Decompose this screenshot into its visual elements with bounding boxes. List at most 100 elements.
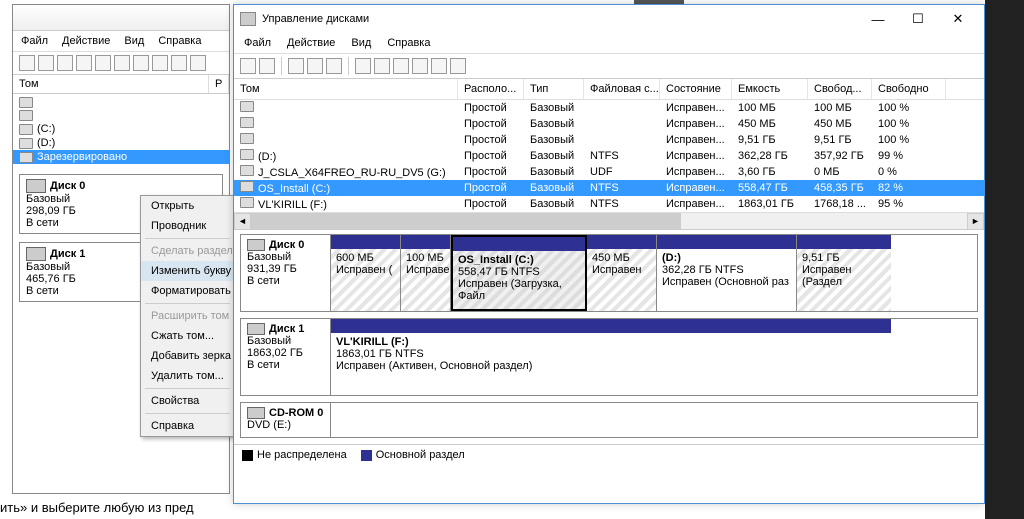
properties-icon[interactable] [393,58,409,74]
scroll-left-icon[interactable]: ◄ [234,213,251,230]
grid-body[interactable]: ПростойБазовыйИсправен...100 МБ100 МБ100… [234,100,984,212]
drive-icon [240,101,254,112]
bg-col-volume[interactable]: Том [13,75,209,93]
minimize-button[interactable]: — [858,5,898,33]
disk-map: Диск 0Базовый931,39 ГБВ сети600 МБИсправ… [234,230,984,444]
search-icon[interactable] [431,58,447,74]
grid-row[interactable]: ПростойБазовыйИсправен...100 МБ100 МБ100… [234,100,984,116]
fwd-icon[interactable] [259,58,275,74]
ctx-item: Расширить том [141,306,234,326]
back-icon[interactable] [240,58,256,74]
drive-icon [19,138,33,149]
col-layout[interactable]: Располо... [458,79,524,99]
col-cap[interactable]: Емкость [732,79,808,99]
partition[interactable]: 100 МБИсправен [401,235,451,311]
bg-menu-help[interactable]: Справка [158,35,201,47]
grid-row[interactable]: VL'KIRILL (F:)ПростойБазовыйNTFSИсправен… [234,196,984,212]
col-pct[interactable]: Свободно [872,79,946,99]
bg-row[interactable]: (C:) [13,122,229,136]
page-right-strip [985,0,1024,519]
tb-icon[interactable] [190,55,206,71]
partition[interactable]: VL'KIRILL (F:)1863,01 ГБ NTFSИсправен (А… [331,319,891,395]
bg-volume-list[interactable]: (C:) (D:) Зарезервировано [13,94,229,166]
delete-icon[interactable] [374,58,390,74]
ctx-item[interactable]: Проводник [141,216,234,236]
grid-row[interactable]: J_CSLA_X64FREO_RU-RU_DV5 (G:)ПростойБазо… [234,164,984,180]
bg-column-header[interactable]: Том Р [13,75,229,94]
tb-icon[interactable] [152,55,168,71]
titlebar[interactable]: Управление дисками — ☐ ✕ [234,5,984,33]
tb-icon[interactable] [95,55,111,71]
partition[interactable]: 450 МБИсправен [587,235,657,311]
fwd-icon[interactable] [38,55,54,71]
ctx-item[interactable]: Свойства [141,391,234,411]
menu-view[interactable]: Вид [351,37,371,49]
tb-icon[interactable] [76,55,92,71]
scroll-right-icon[interactable]: ► [967,213,984,230]
ctx-item[interactable]: Сжать том... [141,326,234,346]
bg-row[interactable]: (D:) [13,136,229,150]
grid-header[interactable]: Том Располо... Тип Файловая с... Состоян… [234,79,984,100]
context-menu[interactable]: ОткрытьПроводник Сделать разделИзменить б… [140,195,235,437]
tb-icon[interactable] [307,58,323,74]
tb-icon[interactable] [450,58,466,74]
tb-icon[interactable] [412,58,428,74]
tb-icon[interactable] [171,55,187,71]
drive-icon [240,133,254,144]
bg-row-selected[interactable]: Зарезервировано [13,150,229,164]
disk-block[interactable]: Диск 0Базовый931,39 ГБВ сети600 МБИсправ… [240,234,978,312]
menu-file[interactable]: Файл [244,37,271,49]
refresh-icon[interactable] [355,58,371,74]
grid-row[interactable]: ПростойБазовыйИсправен...450 МБ450 МБ100… [234,116,984,132]
drive-icon [19,124,33,135]
bg-menu-action[interactable]: Действие [62,35,110,47]
ctx-item[interactable]: Добавить зерка [141,346,234,366]
bg-col-layout[interactable]: Р [209,75,229,93]
col-free[interactable]: Свобод... [808,79,872,99]
col-type[interactable]: Тип [524,79,584,99]
ctx-item: Сделать раздел [141,241,234,261]
bg-menu-file[interactable]: Файл [21,35,48,47]
partition[interactable]: 600 МБИсправен ( [331,235,401,311]
partition[interactable]: OS_Install (C:)558,47 ГБ NTFSИсправен (З… [451,235,587,311]
disk-block[interactable]: Диск 1Базовый1863,02 ГБВ сетиVL'KIRILL (… [240,318,978,396]
maximize-button[interactable]: ☐ [898,5,938,33]
ctx-item[interactable]: Изменить букву [141,261,234,281]
bg-menu-view[interactable]: Вид [124,35,144,47]
grid-row[interactable]: (D:)ПростойБазовыйNTFSИсправен...362,28 … [234,148,984,164]
back-icon[interactable] [19,55,35,71]
menu-help[interactable]: Справка [387,37,430,49]
ctx-item[interactable]: Справка [141,416,234,436]
close-button[interactable]: ✕ [938,5,978,33]
disk-icon [247,323,265,335]
legend-primary: Основной раздел [361,449,465,461]
ctx-item[interactable]: Форматировать [141,281,234,301]
tb-icon[interactable] [114,55,130,71]
menu-action[interactable]: Действие [287,37,335,49]
bg-menubar[interactable]: Файл Действие Вид Справка [13,31,229,51]
col-volume[interactable]: Том [234,79,458,99]
scroll-thumb[interactable] [251,213,681,230]
grid-row[interactable]: OS_Install (C:)ПростойБазовыйNTFSИсправе… [234,180,984,196]
ctx-item[interactable]: Открыть [141,196,234,216]
bg-row[interactable] [13,109,229,122]
tb-icon[interactable] [326,58,342,74]
grid-row[interactable]: ПростойБазовыйИсправен...9,51 ГБ9,51 ГБ1… [234,132,984,148]
tb-icon[interactable] [288,58,304,74]
disk-icon [26,179,46,193]
partition[interactable]: 9,51 ГБИсправен (Раздел [797,235,891,311]
col-fs[interactable]: Файловая с... [584,79,660,99]
hscrollbar[interactable]: ◄ ► [234,212,984,229]
bg-row[interactable] [13,96,229,109]
tb-icon[interactable] [57,55,73,71]
tb-icon[interactable] [133,55,149,71]
scroll-track[interactable] [251,213,967,230]
bg-toolbar[interactable] [13,51,229,75]
disk-block[interactable]: CD-ROM 0DVD (E:) [240,402,978,438]
disk-icon [247,239,265,251]
col-state[interactable]: Состояние [660,79,732,99]
ctx-item[interactable]: Удалить том... [141,366,234,386]
toolbar[interactable] [234,53,984,79]
partition[interactable]: (D:)362,28 ГБ NTFSИсправен (Основной раз [657,235,797,311]
menubar[interactable]: Файл Действие Вид Справка [234,33,984,53]
